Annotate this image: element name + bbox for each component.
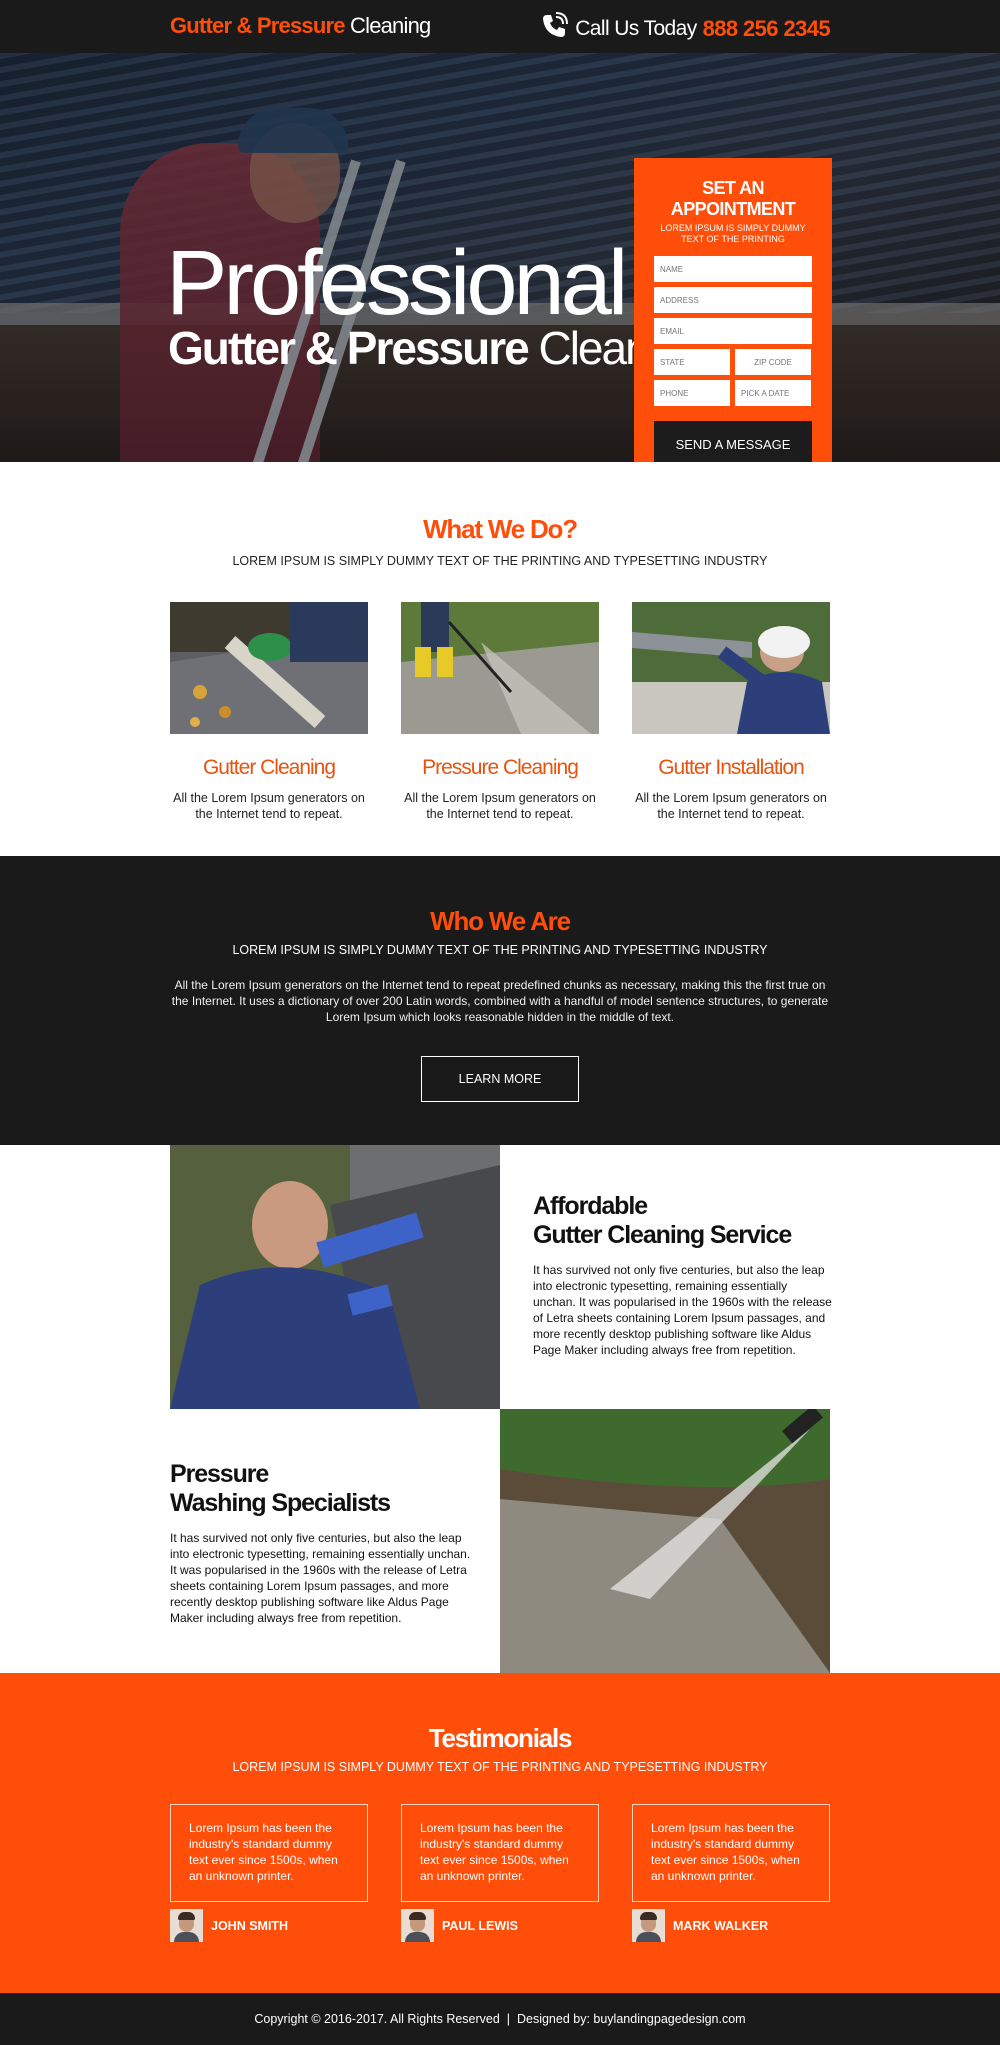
testimonials-section: Testimonials LOREM IPSUM IS SIMPLY DUMMY… bbox=[0, 1673, 1000, 1993]
what-we-do-subtitle: LOREM IPSUM IS SIMPLY DUMMY TEXT OF THE … bbox=[232, 554, 768, 568]
feature-text: Affordable Gutter Cleaning Service It ha… bbox=[533, 1192, 833, 1358]
name-field[interactable] bbox=[654, 256, 812, 282]
service-card: Gutter Installation All the Lorem Ipsum … bbox=[632, 602, 830, 822]
site-logo[interactable]: Gutter & Pressure Cleaning bbox=[170, 13, 431, 39]
learn-more-button[interactable]: LEARN MORE bbox=[421, 1056, 579, 1102]
logo-bold-text: Gutter & Pressure bbox=[170, 13, 346, 38]
phone-date-row bbox=[654, 380, 812, 406]
feature-title-line: Gutter Cleaning Service bbox=[533, 1221, 792, 1249]
author-name: JOHN SMITH bbox=[211, 1918, 289, 1933]
email-field[interactable] bbox=[654, 318, 812, 344]
phone-number[interactable]: 888 256 2345 bbox=[703, 16, 831, 42]
gutter-cleaning-feature-image bbox=[170, 1145, 500, 1409]
gutter-installation-image bbox=[632, 602, 830, 734]
form-subtitle: LOREM IPSUM IS SIMPLY DUMMY TEXT OF THE … bbox=[660, 223, 806, 244]
call-us[interactable]: Call Us Today 888 256 2345 bbox=[539, 11, 831, 46]
hero-section: Professional Gutter & Pressure Cleaning … bbox=[0, 53, 1000, 462]
form-title: SET AN APPOINTMENT bbox=[670, 178, 796, 219]
testimonial-quote: Lorem Ipsum has been the industry's stan… bbox=[401, 1804, 599, 1902]
testimonial-card: Lorem Ipsum has been the industry's stan… bbox=[632, 1804, 830, 1942]
logo-light-text: Cleaning bbox=[350, 13, 431, 38]
appointment-form: SET AN APPOINTMENT LOREM IPSUM IS SIMPLY… bbox=[634, 158, 832, 462]
testimonial-card: Lorem Ipsum has been the industry's stan… bbox=[401, 1804, 599, 1942]
feature-title: Pressure Washing Specialists bbox=[170, 1460, 480, 1518]
feature-title: Affordable Gutter Cleaning Service bbox=[533, 1192, 833, 1250]
feature-title-line: Washing Specialists bbox=[170, 1489, 391, 1517]
gutter-cleaning-image bbox=[170, 602, 368, 734]
call-label: Call Us Today bbox=[575, 16, 697, 40]
avatar bbox=[401, 1909, 434, 1942]
hero-subtitle: Gutter & Pressure Cleaning bbox=[168, 321, 706, 375]
feature-paragraph: It has survived not only five centuries,… bbox=[170, 1531, 471, 1625]
service-card: Gutter Cleaning All the Lorem Ipsum gene… bbox=[170, 602, 368, 822]
testimonial-quote: Lorem Ipsum has been the industry's stan… bbox=[170, 1804, 368, 1902]
testimonial-author: JOHN SMITH bbox=[170, 1909, 368, 1942]
testimonials-title: Testimonials bbox=[428, 1723, 573, 1753]
feature-paragraph: It has survived not only five centuries,… bbox=[533, 1263, 832, 1357]
testimonial-card: Lorem Ipsum has been the industry's stan… bbox=[170, 1804, 368, 1942]
hero-subtitle-bold: Gutter & Pressure bbox=[168, 322, 530, 374]
pressure-cleaning-image bbox=[401, 602, 599, 734]
pressure-washing-feature-image bbox=[500, 1409, 830, 1673]
state-field[interactable] bbox=[654, 349, 730, 375]
service-description: All the Lorem Ipsum generators on the In… bbox=[173, 791, 365, 821]
avatar bbox=[170, 1909, 203, 1942]
what-we-do-title: What We Do? bbox=[423, 514, 578, 544]
feature-text: Pressure Washing Specialists It has surv… bbox=[170, 1460, 480, 1626]
service-card: Pressure Cleaning All the Lorem Ipsum ge… bbox=[401, 602, 599, 822]
service-title: Gutter Installation bbox=[658, 756, 805, 779]
who-we-are-paragraph: All the Lorem Ipsum generators on the In… bbox=[171, 978, 829, 1024]
who-we-are-section: Who We Are LOREM IPSUM IS SIMPLY DUMMY T… bbox=[0, 856, 1000, 1145]
avatar bbox=[632, 1909, 665, 1942]
testimonials-subtitle: LOREM IPSUM IS SIMPLY DUMMY TEXT OF THE … bbox=[232, 1760, 768, 1774]
service-title: Gutter Cleaning bbox=[202, 756, 336, 779]
footer-copyright: Copyright © 2016-2017. All Rights Reserv… bbox=[254, 2012, 746, 2026]
site-footer: Copyright © 2016-2017. All Rights Reserv… bbox=[0, 1993, 1000, 2045]
services-list: Gutter Cleaning All the Lorem Ipsum gene… bbox=[0, 602, 1000, 822]
service-description: All the Lorem Ipsum generators on the In… bbox=[635, 791, 827, 821]
feature-title-line: Pressure bbox=[170, 1460, 269, 1488]
feature-title-line: Affordable bbox=[533, 1192, 648, 1220]
author-name: PAUL LEWIS bbox=[442, 1918, 518, 1933]
author-name: MARK WALKER bbox=[673, 1918, 769, 1933]
testimonial-author: PAUL LEWIS bbox=[401, 1909, 599, 1942]
state-zip-row bbox=[654, 349, 812, 375]
site-header: Gutter & Pressure Cleaning Call Us Today… bbox=[0, 0, 1000, 53]
service-title: Pressure Cleaning bbox=[422, 756, 579, 779]
date-field[interactable] bbox=[735, 380, 811, 406]
zip-field[interactable] bbox=[735, 349, 811, 375]
service-description: All the Lorem Ipsum generators on the In… bbox=[404, 791, 596, 821]
what-we-do-section: What We Do? LOREM IPSUM IS SIMPLY DUMMY … bbox=[0, 462, 1000, 856]
testimonial-author: MARK WALKER bbox=[632, 1909, 830, 1942]
who-we-are-title: Who We Are bbox=[430, 906, 571, 936]
send-message-button[interactable]: SEND A MESSAGE bbox=[654, 421, 812, 462]
who-we-are-subtitle: LOREM IPSUM IS SIMPLY DUMMY TEXT OF THE … bbox=[232, 943, 768, 957]
phone-icon bbox=[539, 11, 569, 46]
testimonial-quote: Lorem Ipsum has been the industry's stan… bbox=[632, 1804, 830, 1902]
address-field[interactable] bbox=[654, 287, 812, 313]
phone-field[interactable] bbox=[654, 380, 730, 406]
testimonials-list: Lorem Ipsum has been the industry's stan… bbox=[0, 1804, 1000, 1942]
